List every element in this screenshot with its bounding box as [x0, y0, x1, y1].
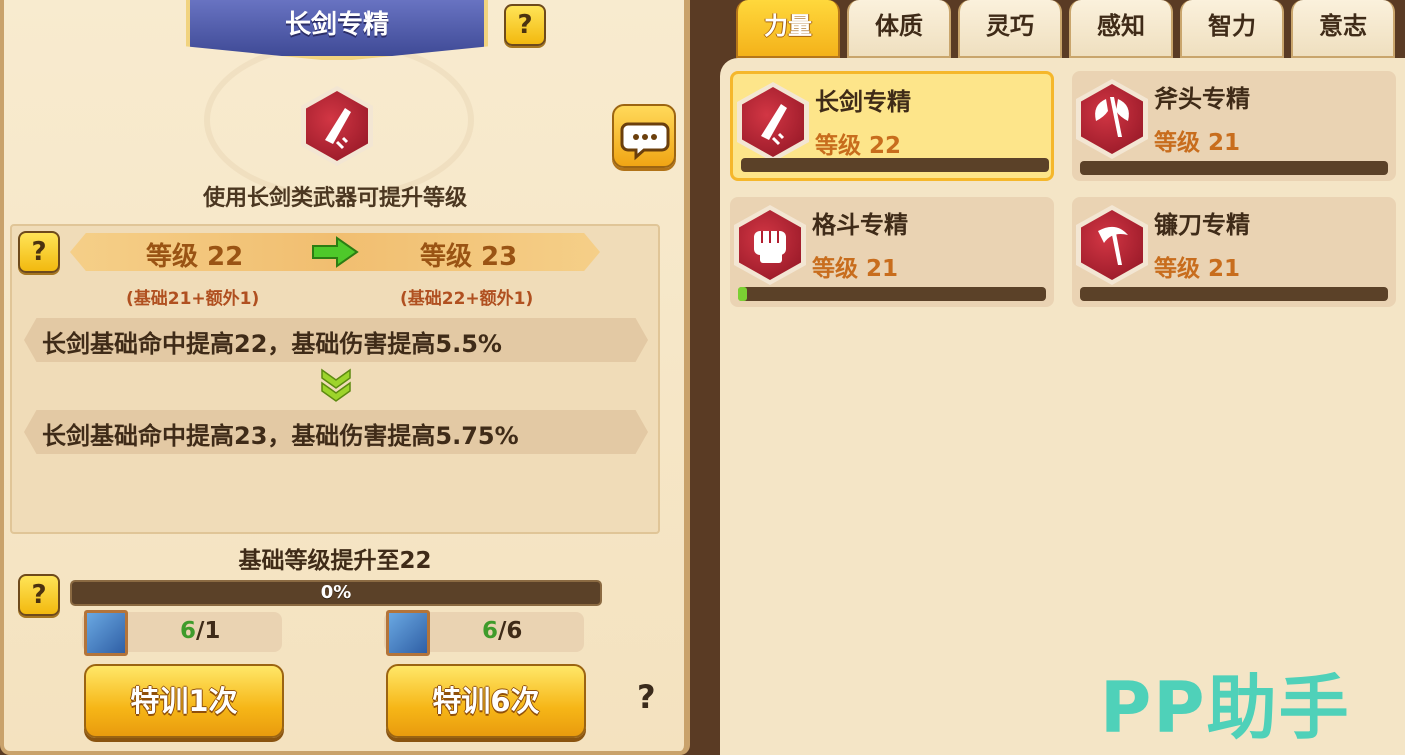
page-title: 长剑专精	[284, 10, 389, 40]
tab-2[interactable]: 灵巧	[958, 0, 1062, 58]
skill-level: 等级 21	[812, 256, 899, 282]
skill-progress-bar	[738, 287, 1046, 301]
skill-level: 等级 21	[1154, 130, 1241, 156]
skill-card[interactable]: 镰刀专精等级 21	[1072, 197, 1396, 307]
scythe-icon	[1076, 205, 1148, 285]
skill-book-icon	[84, 610, 128, 656]
skill-progress-bar	[1080, 161, 1388, 175]
tab-0[interactable]: 力量	[736, 0, 840, 58]
fist-icon	[734, 205, 806, 285]
training-help-icon[interactable]: ?	[637, 678, 656, 716]
skill-progress-fill	[738, 287, 748, 301]
cost-six: 6/6	[482, 618, 523, 644]
train-six-button[interactable]: 特训6次	[386, 664, 586, 738]
tab-4[interactable]: 智力	[1180, 0, 1284, 58]
skill-level: 等级 22	[815, 133, 902, 159]
double-chevron-down-icon	[321, 368, 351, 402]
skill-level: 等级 21	[1154, 256, 1241, 282]
skill-card[interactable]: 斧头专精等级 21	[1072, 71, 1396, 181]
chat-bubble-icon	[620, 122, 670, 161]
skill-name: 长剑专精	[815, 88, 911, 116]
next-level: 等级 23	[420, 242, 518, 272]
question-icon: ?	[517, 10, 533, 40]
tab-5[interactable]: 意志	[1291, 0, 1395, 58]
current-level: 等级 22	[146, 242, 244, 272]
arrow-right-icon	[312, 236, 359, 268]
skill-name: 斧头专精	[1154, 85, 1250, 113]
chat-button[interactable]	[612, 104, 676, 168]
skill-progress-bar	[1080, 287, 1388, 301]
cost-once: 6/1	[180, 618, 221, 644]
tab-3[interactable]: 感知	[1069, 0, 1173, 58]
next-level-detail: (基础22+额外1)	[400, 289, 534, 309]
current-level-detail: (基础21+额外1)	[126, 289, 260, 309]
skill-book-icon	[386, 610, 430, 656]
progress-label: 0%	[320, 582, 352, 603]
skill-progress-bar	[741, 158, 1049, 172]
title-help-button[interactable]: ?	[504, 4, 546, 46]
train-once-button[interactable]: 特训1次	[84, 664, 284, 738]
skill-name: 格斗专精	[812, 211, 908, 239]
axe-icon	[1076, 79, 1148, 159]
skill-name: 镰刀专精	[1154, 211, 1250, 239]
watermark-text: PP助手	[1100, 667, 1351, 749]
question-icon: ?	[31, 237, 47, 267]
training-progress-bar: 0%	[70, 580, 602, 606]
progress-help-button[interactable]: ?	[18, 574, 60, 616]
skill-card[interactable]: 格斗专精等级 21	[730, 197, 1054, 307]
question-icon: ?	[31, 580, 47, 610]
effect-current: 长剑基础命中提高22，基础伤害提高5.5%	[42, 330, 502, 358]
level-help-button[interactable]: ?	[18, 231, 60, 273]
effect-next: 长剑基础命中提高23，基础伤害提高5.75%	[42, 422, 519, 450]
base-upgrade-text: 基础等级提升至22	[238, 548, 432, 574]
skill-card[interactable]: 长剑专精等级 22	[730, 71, 1054, 181]
skill-description: 使用长剑类武器可提升等级	[202, 186, 467, 211]
tab-1[interactable]: 体质	[847, 0, 951, 58]
sword-icon	[737, 82, 809, 162]
